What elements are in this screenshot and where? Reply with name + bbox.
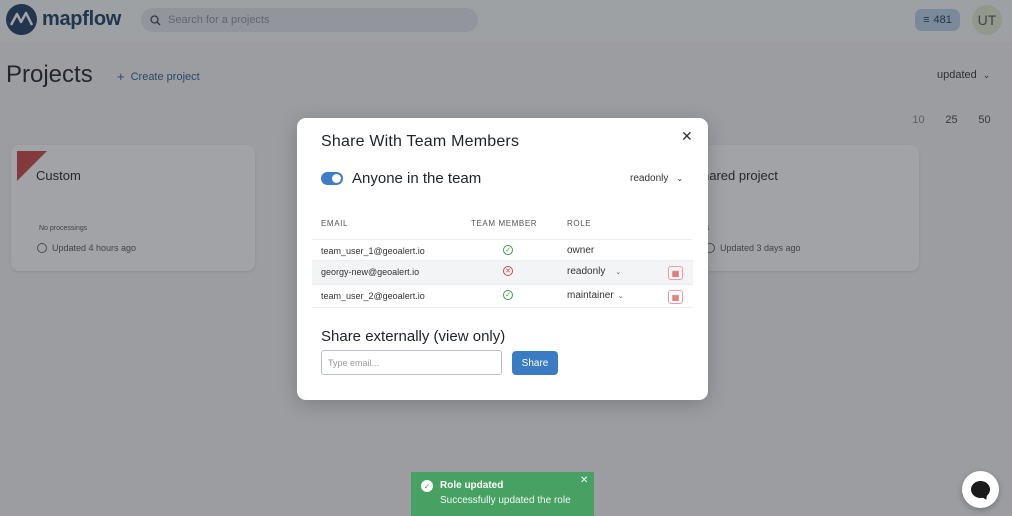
toast-message: Successfully updated the role [440, 495, 571, 506]
team-role-value: readonly [630, 173, 669, 184]
share-modal: Share With Team Members ✕ Anyone in the … [297, 118, 708, 400]
member-email: georgy-new@geoalert.io [321, 267, 420, 277]
trash-icon[interactable]: ▦ [668, 290, 683, 304]
close-icon[interactable]: ✕ [580, 475, 588, 486]
modal-title: Share With Team Members [321, 133, 520, 150]
external-share-title: Share externally (view only) [321, 328, 506, 345]
trash-icon[interactable]: ▦ [668, 266, 683, 280]
member-role-value: owner [567, 245, 595, 256]
chat-launcher-button[interactable] [962, 471, 999, 508]
share-button[interactable]: Share [512, 351, 558, 375]
team-role-select[interactable]: readonly ⌄ [630, 173, 683, 184]
member-email: team_user_2@geoalert.io [321, 291, 425, 301]
check-circle-icon: ✓ [503, 245, 513, 255]
table-row: georgy-new@geoalert.io ✕ readonly ⌄ ▦ [312, 260, 693, 284]
chevron-down-icon: ⌄ [617, 292, 624, 300]
member-role: owner [567, 245, 594, 256]
team-share-toggle[interactable] [321, 172, 343, 185]
team-share-label: Anyone in the team [352, 170, 482, 187]
column-header-email: EMAIL [321, 219, 349, 228]
member-email: team_user_1@geoalert.io [321, 246, 425, 256]
success-toast: ✓ Role updated Successfully updated the … [411, 472, 594, 516]
check-circle-icon: ✓ [503, 290, 513, 300]
column-header-team-member: TEAM MEMBER [471, 219, 538, 228]
chat-bubble-icon [971, 481, 990, 498]
email-field[interactable] [321, 350, 502, 375]
toast-title: Role updated [440, 480, 504, 491]
chevron-down-icon: ⌄ [615, 268, 622, 276]
close-icon[interactable]: ✕ [681, 128, 693, 145]
member-role-value: readonly [567, 266, 606, 277]
chevron-down-icon: ⌄ [676, 174, 684, 183]
member-role-select[interactable]: maintainer ⌄ [567, 290, 624, 301]
x-circle-icon: ✕ [503, 266, 513, 276]
member-role-value: maintainer [567, 290, 614, 301]
check-circle-icon: ✓ [421, 480, 433, 492]
column-header-role: ROLE [567, 219, 592, 228]
member-role-select[interactable]: readonly ⌄ [567, 266, 621, 277]
table-row: team_user_2@geoalert.io ✓ maintainer ⌄ ▦ [312, 284, 693, 308]
